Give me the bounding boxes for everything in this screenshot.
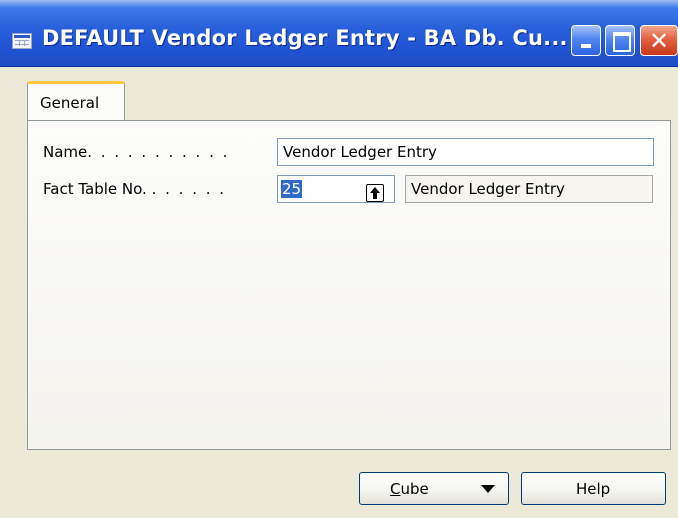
- cube-button-label: Cube: [390, 480, 429, 498]
- tab-general[interactable]: General: [27, 81, 125, 121]
- cube-button[interactable]: Cube: [359, 472, 509, 505]
- name-label: Name. . . . . . . . . . .: [43, 143, 229, 161]
- close-button[interactable]: ✕: [640, 25, 678, 56]
- general-panel: [27, 120, 671, 450]
- name-label-text: Name: [43, 143, 88, 161]
- tab-general-label: General: [40, 94, 100, 112]
- minimize-button[interactable]: [571, 25, 601, 56]
- dialog-window: DEFAULT Vendor Ledger Entry - BA Db. Cu.…: [0, 0, 678, 518]
- title-bar[interactable]: DEFAULT Vendor Ledger Entry - BA Db. Cu.…: [0, 0, 678, 67]
- name-field[interactable]: Vendor Ledger Entry: [277, 138, 654, 166]
- fact-table-no-label: Fact Table No. . . . . . .: [43, 180, 226, 198]
- fact-table-description-value: Vendor Ledger Entry: [411, 180, 565, 198]
- dropdown-arrow-icon: [481, 485, 495, 493]
- fact-table-no-label-text: Fact Table No.: [43, 180, 147, 198]
- maximize-button[interactable]: [605, 25, 635, 56]
- help-button[interactable]: Help: [521, 472, 666, 505]
- up-arrow-icon: [370, 187, 380, 199]
- fact-table-description: Vendor Ledger Entry: [405, 175, 653, 203]
- fact-table-no-value: 25: [281, 180, 303, 198]
- fact-table-no-label-dots: . . . . . .: [151, 180, 227, 198]
- table-icon: [12, 33, 32, 49]
- close-icon: ✕: [648, 27, 670, 55]
- help-button-label: Help: [576, 480, 611, 498]
- name-label-dots: . . . . . . . . . . .: [87, 143, 230, 161]
- window-title: DEFAULT Vendor Ledger Entry - BA Db. Cu.…: [42, 26, 568, 50]
- fact-table-lookup-button[interactable]: [366, 184, 384, 202]
- name-field-value: Vendor Ledger Entry: [283, 143, 437, 161]
